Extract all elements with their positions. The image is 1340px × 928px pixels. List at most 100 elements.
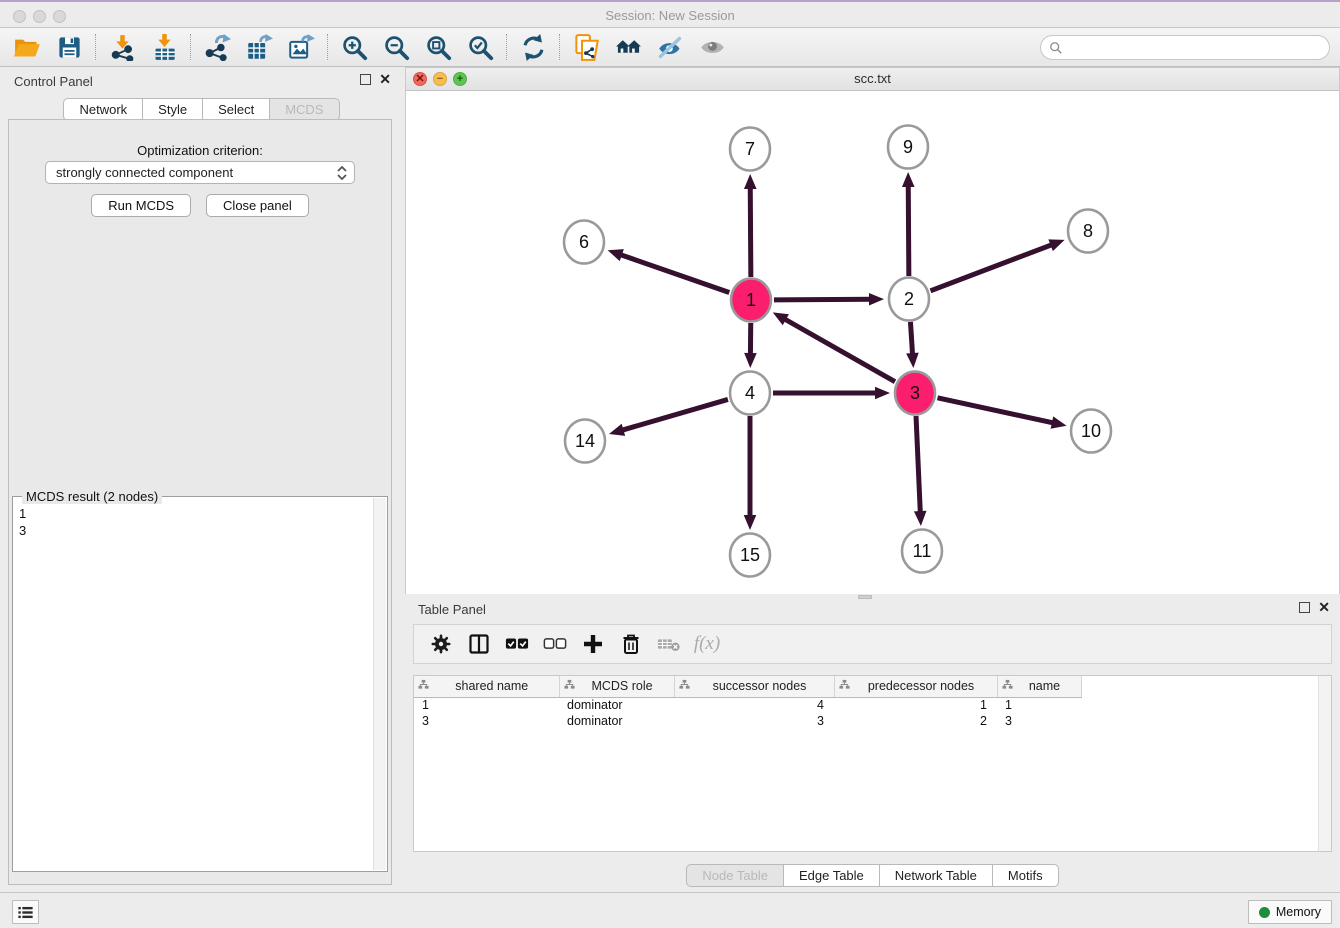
edge-1-7[interactable]	[744, 174, 757, 277]
split-column-icon	[467, 632, 491, 656]
homes-button[interactable]	[607, 31, 649, 63]
deselect-all-button[interactable]	[538, 628, 572, 660]
zoom-fit-button[interactable]	[417, 31, 459, 63]
edge-2-3[interactable]	[906, 322, 919, 368]
edge-4-3[interactable]	[773, 387, 890, 400]
table-tabs: Node TableEdge TableNetwork TableMotifs	[405, 864, 1340, 887]
open-folder-button[interactable]	[6, 31, 48, 63]
zoom-fit-icon	[425, 34, 452, 61]
edge-3-1[interactable]	[773, 312, 895, 381]
network-canvas[interactable]: 1 2 3 4 6 7 8 9 10 11 14 15	[406, 91, 1339, 594]
edge-3-10[interactable]	[937, 398, 1066, 429]
tab-style[interactable]: Style	[143, 98, 203, 121]
share-document-icon	[573, 34, 600, 61]
edge-4-15[interactable]	[744, 416, 757, 530]
trash-button[interactable]	[614, 628, 648, 660]
network-graph[interactable]: 1 2 3 4 6 7 8 9 10 11 14 15	[406, 91, 1339, 594]
tab-node-table[interactable]: Node Table	[686, 864, 784, 887]
criterion-dropdown[interactable]: strongly connected component	[45, 161, 355, 184]
close-table-panel-icon[interactable]: ✕	[1318, 602, 1330, 613]
import-table-button[interactable]	[143, 31, 185, 63]
memory-label: Memory	[1276, 905, 1321, 919]
save-button[interactable]	[48, 31, 90, 63]
table-cell[interactable]: dominator	[559, 697, 674, 713]
tab-network[interactable]: Network	[63, 98, 143, 121]
table-cell[interactable]: dominator	[559, 713, 674, 729]
edge-2-8[interactable]	[931, 239, 1065, 291]
add-button[interactable]	[576, 628, 610, 660]
sort-tree-icon	[679, 679, 690, 693]
edge-1-2[interactable]	[774, 293, 884, 306]
save-icon	[56, 34, 83, 61]
tab-edge-table[interactable]: Edge Table	[784, 864, 880, 887]
edge-2-9[interactable]	[902, 172, 915, 276]
graph-node-8[interactable]: 8	[1068, 210, 1108, 253]
refresh-button[interactable]	[512, 31, 554, 63]
import-network-button[interactable]	[101, 31, 143, 63]
select-all-button[interactable]	[500, 628, 534, 660]
zoom-in-button[interactable]	[333, 31, 375, 63]
edge-1-4[interactable]	[744, 323, 757, 368]
column-header-predecessor-nodes[interactable]: predecessor nodes	[834, 676, 997, 697]
column-header-MCDS-role[interactable]: MCDS role	[559, 676, 674, 697]
table-cell[interactable]: 3	[674, 713, 834, 729]
float-table-panel-icon[interactable]	[1299, 602, 1310, 613]
edge-4-14[interactable]	[609, 399, 728, 435]
eye-button[interactable]	[691, 31, 733, 63]
search-input[interactable]	[1040, 35, 1330, 60]
graph-node-1[interactable]: 1	[731, 279, 771, 322]
table-cell[interactable]: 3	[414, 713, 559, 729]
graph-node-2[interactable]: 2	[889, 278, 929, 321]
node-label: 14	[575, 431, 595, 451]
tab-motifs[interactable]: Motifs	[993, 864, 1059, 887]
mcds-result-box: MCDS result (2 nodes) 1 3	[12, 496, 388, 872]
float-panel-icon[interactable]	[360, 74, 371, 85]
tab-network-table[interactable]: Network Table	[880, 864, 993, 887]
table-toolbar: f(x)	[413, 624, 1332, 664]
table-scrollbar[interactable]	[1318, 676, 1331, 851]
node-label: 8	[1083, 221, 1093, 241]
task-history-button[interactable]	[12, 900, 39, 924]
memory-button[interactable]: Memory	[1248, 900, 1332, 924]
edge-1-6[interactable]	[608, 249, 730, 292]
gear-button[interactable]	[424, 628, 458, 660]
graph-node-6[interactable]: 6	[564, 221, 604, 264]
homes-icon	[615, 34, 642, 61]
graph-node-7[interactable]: 7	[730, 128, 770, 171]
deselect-all-icon	[543, 632, 567, 656]
export-image-button[interactable]	[280, 31, 322, 63]
column-header-successor-nodes[interactable]: successor nodes	[674, 676, 834, 697]
column-header-shared-name[interactable]: shared name	[414, 676, 559, 697]
run-mcds-button[interactable]: Run MCDS	[91, 194, 191, 217]
table-row[interactable]: 3dominator323	[414, 713, 1081, 729]
zoom-selected-button[interactable]	[459, 31, 501, 63]
share-document-button[interactable]	[565, 31, 607, 63]
split-column-button[interactable]	[462, 628, 496, 660]
tab-select[interactable]: Select	[203, 98, 270, 121]
graph-node-4[interactable]: 4	[730, 372, 770, 415]
graph-node-14[interactable]: 14	[565, 420, 605, 463]
column-header-name[interactable]: name	[997, 676, 1081, 697]
graph-node-10[interactable]: 10	[1071, 410, 1111, 453]
node-label: 2	[904, 289, 914, 309]
tab-mcds[interactable]: MCDS	[270, 98, 339, 121]
table-cell[interactable]: 1	[997, 697, 1081, 713]
graph-node-15[interactable]: 15	[730, 534, 770, 577]
table-cell[interactable]: 1	[834, 697, 997, 713]
close-panel-icon[interactable]: ✕	[379, 74, 391, 85]
table-cell[interactable]: 4	[674, 697, 834, 713]
edge-3-11[interactable]	[914, 416, 927, 526]
export-table-button[interactable]	[238, 31, 280, 63]
graph-node-3[interactable]: 3	[895, 372, 935, 415]
eye-slash-button[interactable]	[649, 31, 691, 63]
close-panel-button[interactable]: Close panel	[206, 194, 309, 217]
table-cell[interactable]: 2	[834, 713, 997, 729]
table-row[interactable]: 1dominator411	[414, 697, 1081, 713]
zoom-out-button[interactable]	[375, 31, 417, 63]
graph-node-11[interactable]: 11	[902, 530, 942, 573]
export-network-button[interactable]	[196, 31, 238, 63]
result-scrollbar[interactable]	[373, 498, 386, 870]
table-cell[interactable]: 1	[414, 697, 559, 713]
table-cell[interactable]: 3	[997, 713, 1081, 729]
graph-node-9[interactable]: 9	[888, 126, 928, 169]
